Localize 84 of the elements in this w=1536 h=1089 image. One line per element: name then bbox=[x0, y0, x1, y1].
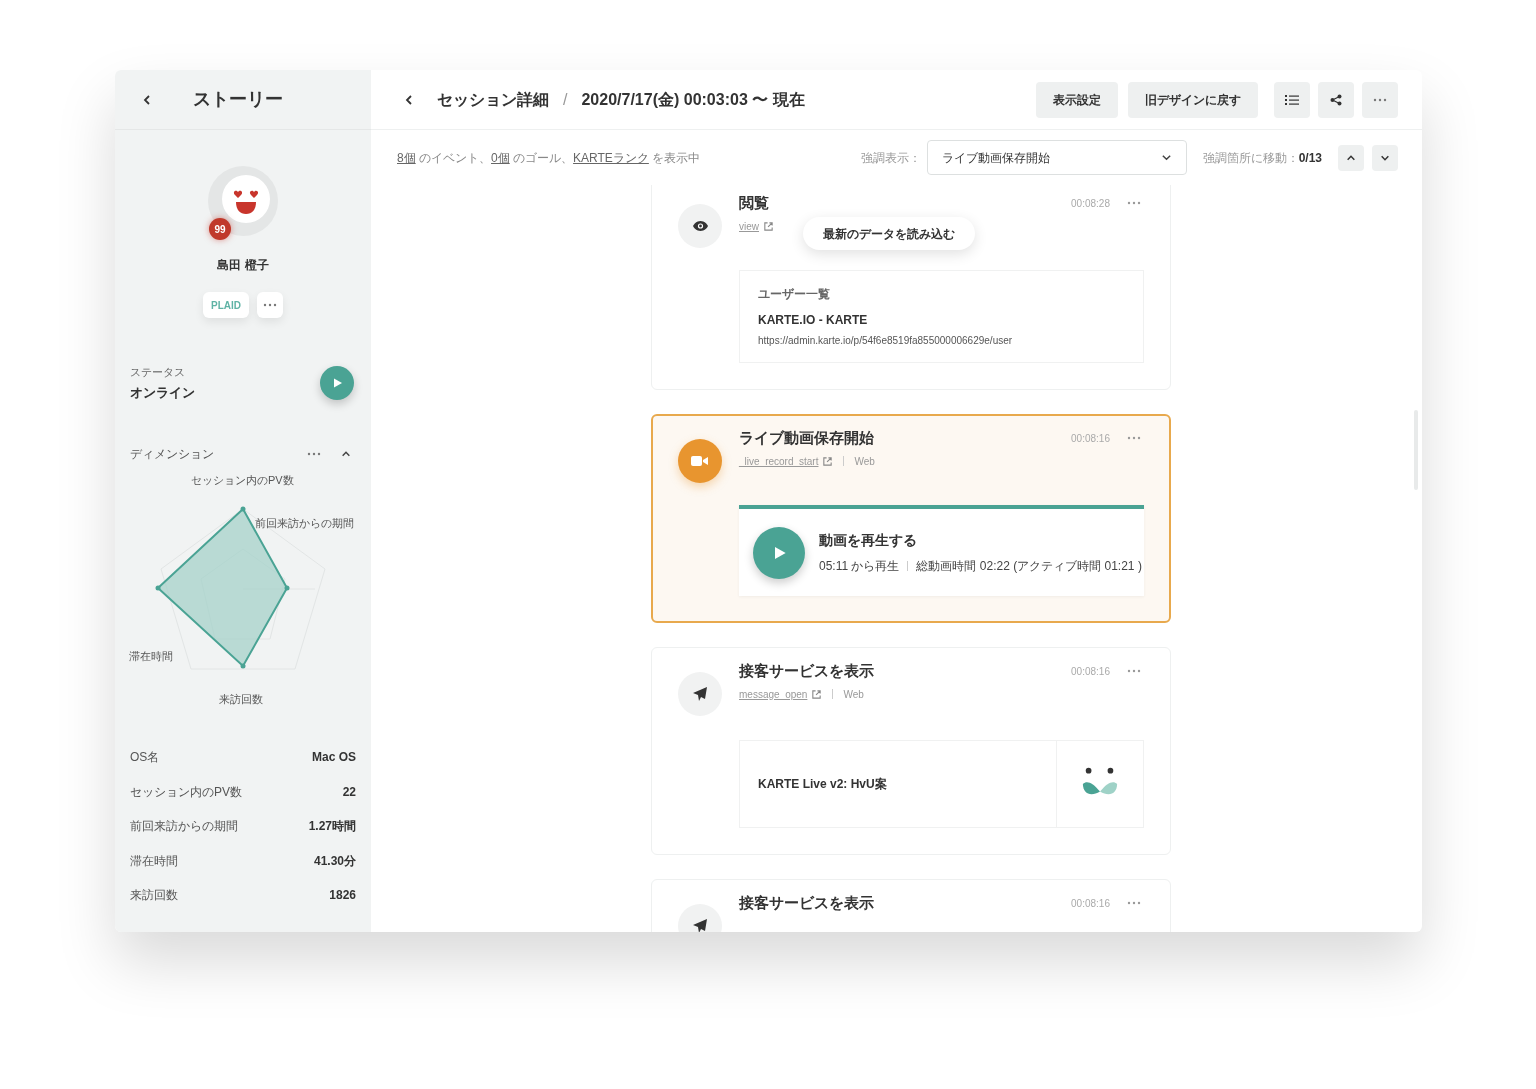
status-value: オンライン bbox=[130, 383, 195, 402]
attribute-value: 1826 bbox=[329, 887, 356, 905]
event-time: 00:08:28 bbox=[1071, 196, 1110, 211]
event-title: ライブ動画保存開始 bbox=[739, 428, 875, 448]
axis-label: 前回来訪からの期間 bbox=[255, 516, 354, 531]
attribute-label: 来訪回数 bbox=[130, 887, 178, 905]
attribute-label: 前回来訪からの期間 bbox=[130, 818, 238, 836]
share-icon bbox=[1330, 93, 1342, 106]
paper-plane-icon bbox=[692, 918, 708, 932]
axis-label: 来訪回数 bbox=[219, 692, 263, 707]
summary-phrase: のゴール、 bbox=[512, 150, 574, 165]
more-icon bbox=[1127, 436, 1141, 441]
list-icon bbox=[1285, 93, 1299, 106]
sidebar-title: ストーリー bbox=[193, 88, 283, 111]
event-card[interactable]: 接客サービスを表示 00:08:16 bbox=[651, 879, 1171, 932]
play-icon bbox=[331, 377, 343, 389]
more-icon bbox=[263, 303, 277, 307]
back-icon bbox=[403, 93, 415, 106]
event-title: 閲覧 bbox=[739, 193, 770, 213]
external-link-icon bbox=[811, 688, 823, 700]
attribute-value: Mac OS bbox=[312, 749, 356, 767]
count-badge: 99 bbox=[209, 218, 231, 240]
highlight-label: 強調表示： bbox=[860, 149, 921, 167]
more-icon bbox=[307, 452, 321, 456]
summary-link[interactable]: KARTEランク bbox=[573, 150, 649, 165]
header-button[interactable]: 旧デザインに戻す bbox=[1128, 81, 1258, 118]
summary-phrase: のイベント、 bbox=[418, 150, 492, 165]
attribute-label: セッション内のPV数 bbox=[130, 783, 242, 801]
attribute-label: 滞在時間 bbox=[130, 852, 178, 870]
video-camera-icon bbox=[691, 455, 709, 467]
status-label: ステータス bbox=[130, 365, 186, 380]
eye-icon bbox=[691, 220, 709, 232]
event-title: 接客サービスを表示 bbox=[739, 893, 875, 913]
attribute-value: 41.30分 bbox=[313, 852, 356, 870]
axis-label: セッション内のPV数 bbox=[191, 473, 294, 488]
summary-link[interactable]: 8個 bbox=[397, 150, 416, 165]
more-icon bbox=[1127, 201, 1141, 206]
attribute-value: 22 bbox=[342, 783, 356, 801]
event-time: 00:08:16 bbox=[1071, 664, 1110, 679]
previous-button[interactable] bbox=[1338, 144, 1364, 171]
back-icon bbox=[141, 93, 153, 106]
session-period: 2020/7/17(金) 00:03:03 〜 現在 bbox=[581, 89, 805, 110]
preview-title: KARTE.IO - KARTE bbox=[758, 312, 869, 329]
preview-heading: ユーザー一覧 bbox=[758, 286, 831, 303]
preview-url: https://admin.karte.io/p/54f6e8519fa855000006629e/user bbox=[758, 334, 1014, 348]
attribute-value: 1.27時間 bbox=[308, 818, 356, 836]
breadcrumb-separator: / bbox=[563, 89, 568, 110]
share-button[interactable] bbox=[1318, 81, 1354, 118]
axis-label: 滞在時間 bbox=[129, 649, 173, 664]
event-card[interactable]: 接客サービスを表示 00:08:16 message_open Web KARTE Live v2: HvU案 bbox=[651, 647, 1171, 855]
video-duration: 総動画時間 02:22 (アクティブ時間 01:21 ) bbox=[916, 558, 1142, 575]
page-title: セッション詳細 bbox=[437, 89, 549, 110]
play-button[interactable] bbox=[753, 526, 805, 579]
external-link-icon bbox=[763, 220, 774, 232]
user-name: 島田 橙子 bbox=[217, 257, 269, 274]
avatar-icon bbox=[208, 166, 278, 236]
jump-text: 強調箇所に移動：0/13 bbox=[1202, 149, 1322, 167]
highlight-select[interactable]: ライブ動画保存開始 bbox=[926, 140, 1187, 175]
more-icon bbox=[1127, 901, 1141, 906]
event-title: 接客サービスを表示 bbox=[739, 661, 875, 681]
next-button[interactable] bbox=[1372, 144, 1398, 171]
header-button[interactable]: 表示設定 bbox=[1036, 81, 1118, 118]
event-channel: Web bbox=[843, 687, 864, 702]
preview-title: KARTE Live v2: HvU案 bbox=[758, 776, 887, 793]
summary-link[interactable]: 0個 bbox=[491, 150, 510, 165]
more-icon bbox=[1373, 97, 1387, 102]
chevron-down-icon bbox=[1160, 152, 1172, 163]
play-button[interactable] bbox=[320, 366, 354, 400]
external-link-icon bbox=[822, 455, 834, 467]
event-channel: Web bbox=[854, 454, 875, 469]
list-button[interactable] bbox=[1274, 81, 1310, 118]
paper-plane-icon bbox=[692, 686, 708, 702]
playback-start: 05:11 から再生 bbox=[819, 558, 900, 575]
event-time: 00:08:16 bbox=[1071, 431, 1110, 446]
select-value: ライブ動画保存開始 bbox=[941, 149, 1051, 167]
more-icon bbox=[1127, 669, 1141, 674]
section-title: ディメンション bbox=[130, 446, 215, 463]
attribute-label: OS名 bbox=[130, 749, 160, 767]
reload-data-button[interactable]: 最新のデータを読み込む bbox=[803, 217, 975, 250]
event-card[interactable]: ライブ動画保存開始 00:08:16 _live_record_start Web 動画を再生する 05:11 から再生 総動画時間 02:22 (アクティブ時間 01:21 ) bbox=[651, 414, 1171, 623]
video-title: 動画を再生する bbox=[819, 531, 918, 550]
summary-phrase: を表示中 bbox=[651, 150, 701, 165]
event-time: 00:08:16 bbox=[1071, 896, 1110, 911]
chevron-up-icon bbox=[341, 449, 351, 459]
